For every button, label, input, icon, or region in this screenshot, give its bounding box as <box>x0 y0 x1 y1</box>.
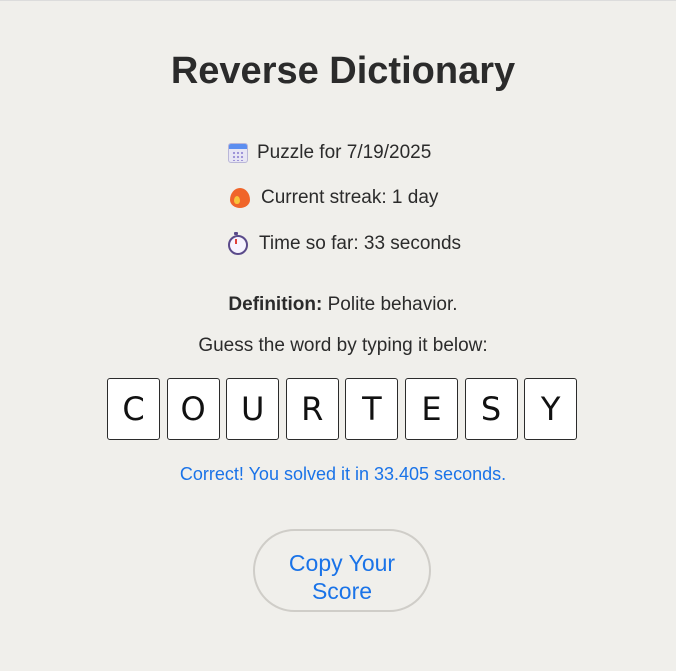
copy-score-button[interactable]: Copy Your Score <box>253 529 431 612</box>
page-title: Reverse Dictionary <box>170 50 516 92</box>
fire-icon <box>230 188 250 208</box>
stopwatch-icon <box>228 232 248 255</box>
elapsed-time: Time so far: 33 seconds <box>228 232 461 255</box>
elapsed-time-text: Time so far: 33 seconds <box>259 232 462 254</box>
calendar-icon <box>228 143 248 163</box>
letter-tiles[interactable]: C O U R T E S Y <box>107 378 578 440</box>
puzzle-date: Puzzle for 7/19/2025 <box>228 142 431 164</box>
definition-label: Definition: <box>228 294 323 315</box>
result-message: Correct! You solved it in 33.405 seconds… <box>179 464 507 484</box>
letter-tile[interactable]: S <box>464 378 518 440</box>
letter-tile[interactable]: R <box>285 378 339 440</box>
guess-prompt: Guess the word by typing it below: <box>198 335 488 356</box>
letter-tile[interactable]: T <box>345 378 399 440</box>
letter-tile[interactable]: C <box>107 378 160 440</box>
letter-tile[interactable]: U <box>226 378 280 440</box>
letter-tile[interactable]: Y <box>524 378 578 440</box>
definition: Definition: Polite behavior. <box>0 294 676 316</box>
current-streak-text: Current streak: 1 day <box>261 187 439 208</box>
current-streak: Current streak: 1 day <box>228 187 438 209</box>
puzzle-date-text: Puzzle for 7/19/2025 <box>257 142 432 163</box>
letter-tile[interactable]: O <box>166 378 220 440</box>
definition-text: Polite behavior. <box>322 294 458 315</box>
letter-tile[interactable]: E <box>404 378 458 440</box>
